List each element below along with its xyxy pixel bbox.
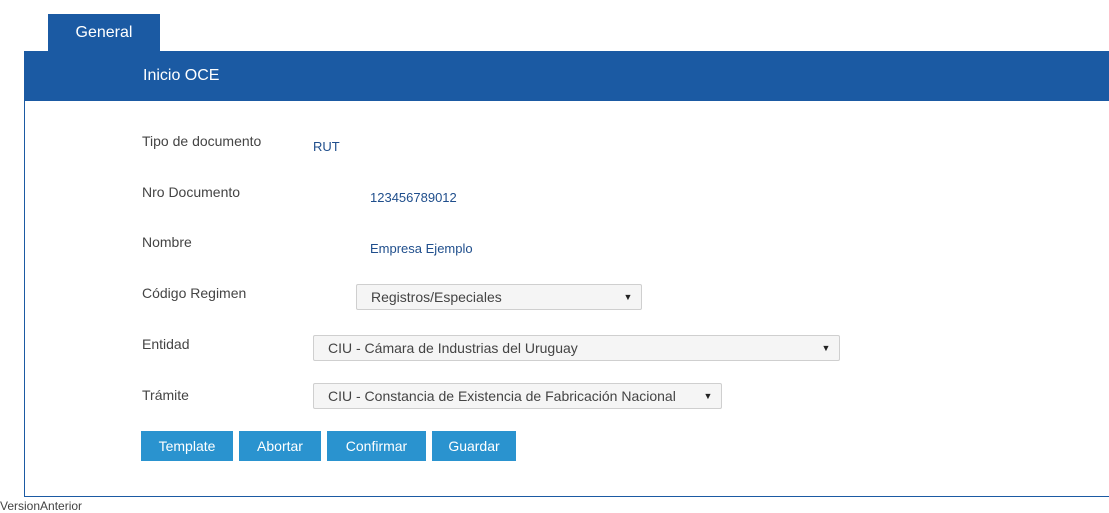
nombre-value: Empresa Ejemplo: [370, 241, 473, 256]
panel-header: Inicio OCE: [25, 51, 1109, 101]
confirmar-button[interactable]: Confirmar: [327, 431, 426, 461]
chevron-down-icon: ▼: [703, 391, 713, 401]
template-button[interactable]: Template: [141, 431, 233, 461]
codigo-regimen-select[interactable]: Registros/Especiales ▼: [356, 284, 642, 310]
tipo-documento-value: RUT: [313, 139, 340, 154]
chevron-down-icon: ▼: [821, 343, 831, 353]
guardar-button[interactable]: Guardar: [432, 431, 516, 461]
nro-documento-value: 123456789012: [370, 190, 457, 205]
nro-documento-label: Nro Documento: [142, 184, 241, 200]
entidad-label: Entidad: [142, 336, 190, 352]
tramite-selected: CIU - Constancia de Existencia de Fabric…: [328, 388, 676, 404]
tramite-label: Trámite: [142, 387, 189, 403]
version-anterior-link[interactable]: VersionAnterior: [0, 499, 82, 513]
entidad-select[interactable]: CIU - Cámara de Industrias del Uruguay ▼: [313, 335, 840, 361]
chevron-down-icon: ▼: [623, 292, 633, 302]
abortar-button[interactable]: Abortar: [239, 431, 321, 461]
tramite-select[interactable]: CIU - Constancia de Existencia de Fabric…: [313, 383, 722, 409]
tab-general[interactable]: General: [48, 14, 160, 51]
codigo-regimen-label: Código Regimen: [142, 285, 247, 301]
tipo-documento-label: Tipo de documento: [142, 133, 262, 149]
codigo-regimen-selected: Registros/Especiales: [371, 289, 502, 305]
entidad-selected: CIU - Cámara de Industrias del Uruguay: [328, 340, 578, 356]
nombre-label: Nombre: [142, 234, 192, 250]
panel-title: Inicio OCE: [143, 67, 220, 84]
